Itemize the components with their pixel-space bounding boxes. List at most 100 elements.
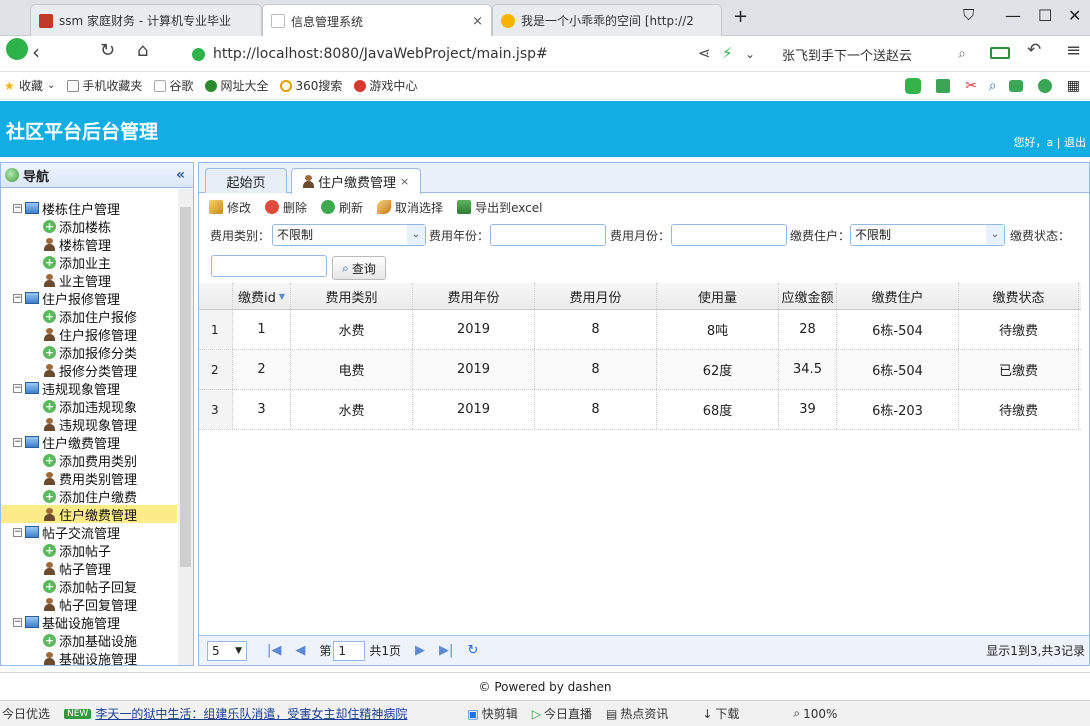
query-button[interactable]: ⌕ 查询	[332, 256, 386, 280]
extension-icon[interactable]	[936, 78, 951, 93]
tab-home[interactable]: 起始页	[205, 168, 287, 193]
tree-item[interactable]: 住户缴费管理	[1, 505, 177, 524]
reload-icon[interactable]: ↻	[100, 40, 115, 61]
tree-item[interactable]: + 添加费用类别	[1, 451, 177, 470]
chevron-down-icon[interactable]: ⌄	[745, 47, 755, 61]
search-input[interactable]: 张飞到手下一个送赵云 ⌕	[772, 41, 972, 67]
expand-toggle-icon[interactable]: −	[13, 527, 22, 537]
tree-item[interactable]: 违规现象管理	[1, 415, 177, 434]
column-header[interactable]: 费用年份	[413, 283, 535, 309]
bookmark-sites[interactable]: 网址大全	[205, 77, 268, 94]
maximize-icon[interactable]: ☐	[1038, 6, 1052, 25]
tree-item[interactable]: 楼栋管理	[1, 235, 177, 254]
tree-item[interactable]: + 添加住户报修	[1, 307, 177, 326]
shield-icon[interactable]	[1037, 78, 1052, 93]
tree-item[interactable]: 费用类别管理	[1, 469, 177, 488]
column-header[interactable]: 缴费id ▼	[233, 283, 291, 309]
scrollbar-thumb[interactable]	[180, 207, 191, 567]
live-today[interactable]: ▷ 今日直播	[532, 705, 592, 722]
tree-item[interactable]: 业主管理	[1, 271, 177, 290]
tree-item[interactable]: + 添加业主	[1, 253, 177, 272]
expand-toggle-icon[interactable]: −	[13, 383, 22, 393]
tree-item[interactable]: 基础设施管理	[1, 649, 177, 665]
bookmark-games[interactable]: 游戏中心	[354, 77, 417, 94]
expand-toggle-icon[interactable]: −	[13, 293, 22, 303]
url-field[interactable]: http://localhost:8080/JavaWebProject/mai…	[192, 41, 692, 67]
fee-year-input[interactable]	[490, 224, 606, 246]
shirt-icon[interactable]: ⛉	[963, 6, 974, 24]
today-picks[interactable]: 今日优选	[2, 705, 50, 722]
next-page-icon[interactable]: ▶	[415, 643, 425, 658]
zoom-control[interactable]: ⌕ 100%	[793, 706, 837, 721]
close-tab-icon[interactable]: ×	[472, 14, 483, 29]
cancel-selection-button[interactable]: 取消选择	[377, 199, 443, 216]
expand-toggle-icon[interactable]: −	[13, 617, 22, 627]
menu-icon[interactable]: ≡	[1066, 40, 1081, 61]
tree-item[interactable]: + 添加住户缴费	[1, 487, 177, 506]
table-row[interactable]: 3 3 水费 2019 8 68度 39 6栋-203 待缴费	[199, 390, 1081, 430]
bookmark-favorites[interactable]: ★ 收藏 ⌄	[4, 77, 55, 94]
grid-icon[interactable]: ▦	[1067, 78, 1080, 94]
tree-group[interactable]: − 楼栋住户管理	[1, 199, 177, 218]
magnifier-icon[interactable]: ⌕	[989, 78, 997, 94]
tree-item[interactable]: + 添加基础设施	[1, 631, 177, 650]
collapse-sidebar-icon[interactable]: «	[176, 167, 185, 183]
edit-button[interactable]: 修改	[209, 199, 251, 216]
page-number-input[interactable]: 1	[333, 640, 366, 661]
lightning-icon[interactable]: ⚡	[722, 44, 733, 62]
share-icon[interactable]: ⋖	[698, 44, 711, 62]
first-page-icon[interactable]: |◀	[267, 643, 281, 658]
tree-group[interactable]: − 住户报修管理	[1, 289, 177, 308]
gamepad-icon[interactable]	[1008, 79, 1023, 92]
tree-item[interactable]: + 添加违规现象	[1, 397, 177, 416]
column-header[interactable]: 使用量	[657, 283, 779, 309]
quick-clip[interactable]: ▣ 快剪辑	[467, 705, 517, 722]
last-page-icon[interactable]: ▶|	[439, 643, 453, 658]
tree-item[interactable]: + 添加报修分类	[1, 343, 177, 362]
column-header[interactable]: 缴费状态	[959, 283, 1079, 309]
undo-icon[interactable]: ↶	[1027, 40, 1041, 60]
bookmark-360[interactable]: 360搜索	[280, 77, 342, 94]
close-tab-icon[interactable]: ×	[400, 175, 409, 188]
tree-item[interactable]: 报修分类管理	[1, 361, 177, 380]
refresh-page-icon[interactable]: ↻	[467, 643, 478, 658]
tree-group[interactable]: − 基础设施管理	[1, 613, 177, 632]
search-icon[interactable]: ⌕	[958, 46, 966, 62]
table-row[interactable]: 1 1 水费 2019 8 8吨 28 6栋-504 待缴费	[199, 310, 1081, 350]
home-icon[interactable]: ⌂	[137, 40, 148, 61]
bookmark-mobile[interactable]: 手机收藏夹	[67, 77, 142, 94]
tree-item[interactable]: + 添加帖子回复	[1, 577, 177, 596]
status-input[interactable]	[211, 255, 327, 277]
column-header[interactable]: 应缴金额	[779, 283, 837, 309]
tree-item[interactable]: 帖子管理	[1, 559, 177, 578]
browser-tab-3[interactable]: 我是一个小乖乖的空间 [http://2	[492, 4, 722, 36]
new-tab-icon[interactable]: +	[733, 6, 748, 27]
user-greeting-logout[interactable]: 您好，a | 退出	[1014, 134, 1086, 150]
tree-item[interactable]: 帖子回复管理	[1, 595, 177, 614]
payer-select[interactable]: 不限制 ⌄	[850, 224, 1005, 246]
scissors-icon[interactable]: ✂	[965, 78, 977, 94]
expand-toggle-icon[interactable]: −	[13, 203, 22, 213]
tree-group[interactable]: − 住户缴费管理	[1, 433, 177, 452]
back-icon[interactable]: ‹	[32, 40, 40, 64]
hot-news[interactable]: ▤ 热点资讯	[606, 705, 668, 722]
refresh-button[interactable]: 刷新	[321, 199, 363, 216]
prev-page-icon[interactable]: ◀	[295, 643, 305, 658]
page-size-select[interactable]: 5 ▼	[207, 640, 247, 661]
browser-tab-1[interactable]: ssm 家庭财务 - 计算机专业毕业	[30, 4, 262, 36]
tree-item[interactable]: + 添加帖子	[1, 541, 177, 560]
expand-toggle-icon[interactable]: −	[13, 437, 22, 447]
tree-group[interactable]: − 违规现象管理	[1, 379, 177, 398]
tree-item[interactable]: + 添加楼栋	[1, 217, 177, 236]
chat-icon[interactable]	[905, 77, 922, 94]
sidebar-scrollbar[interactable]	[178, 189, 193, 665]
tab-fee-management[interactable]: 住户缴费管理 ×	[291, 168, 421, 194]
column-header[interactable]: 缴费住户	[837, 283, 959, 309]
fee-type-select[interactable]: 不限制 ⌄	[272, 224, 426, 246]
fee-month-input[interactable]	[671, 224, 787, 246]
bookmark-google[interactable]: 谷歌	[154, 77, 193, 94]
news-link[interactable]: 李天一的狱中生活：组建乐队消遣，受害女主却住精神病院	[95, 705, 407, 722]
column-header[interactable]: 费用类别	[291, 283, 413, 309]
close-window-icon[interactable]: ✕	[1068, 6, 1081, 25]
tree-group[interactable]: − 帖子交流管理	[1, 523, 177, 542]
